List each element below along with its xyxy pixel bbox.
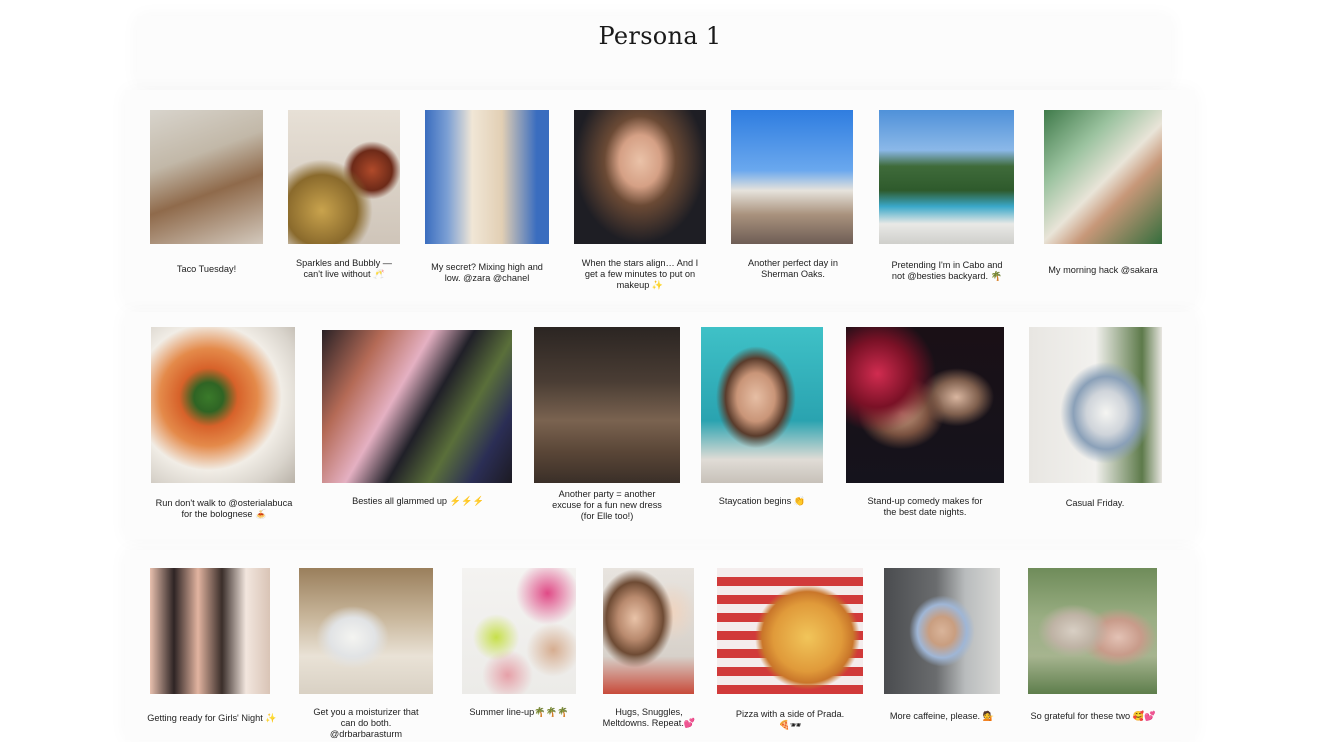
post-caption: Pizza with a side of Prada. 🍕🕶 xyxy=(735,709,845,730)
date-night-photo[interactable] xyxy=(846,327,1004,483)
post-caption: Besties all glammed up ⚡⚡⚡ xyxy=(352,496,484,506)
post-caption: Pretending I'm in Cabo and not @besties … xyxy=(891,260,1003,281)
post-caption: Taco Tuesday! xyxy=(176,264,237,274)
street-outfit-photo[interactable] xyxy=(884,568,1000,694)
makeup-portrait-photo[interactable] xyxy=(574,110,706,244)
woman-drinking-at-bar-photo[interactable] xyxy=(150,110,263,244)
post-caption: Stand-up comedy makes for the best date … xyxy=(867,496,983,517)
summer-shoes-photo[interactable] xyxy=(462,568,576,694)
post-caption: When the stars align… And I get a few mi… xyxy=(581,258,699,290)
family-portrait-photo[interactable] xyxy=(1028,568,1157,694)
sandals-poolside-photo[interactable] xyxy=(731,110,853,244)
friends-glammed-up-photo[interactable] xyxy=(322,330,512,483)
pizza-table-photo[interactable] xyxy=(717,568,863,694)
post-caption: So grateful for these two 🥰💕 xyxy=(1030,711,1156,721)
page-title: Persona 1 xyxy=(598,22,722,50)
girls-mirror-selfie-photo[interactable] xyxy=(150,568,270,694)
post-caption: Sparkles and Bubbly — can't live without… xyxy=(295,258,392,279)
post-caption: Get you a moisturizer that can do both. … xyxy=(313,707,419,739)
post-caption: Summer line-up🌴🌴🌴 xyxy=(469,707,569,717)
pasta-bowl-photo[interactable] xyxy=(151,327,295,483)
post-caption: Run don't walk to @osterialabuca for the… xyxy=(155,498,293,519)
champagne-and-clutch-photo[interactable] xyxy=(288,110,400,244)
supplement-hand-photo[interactable] xyxy=(1044,110,1162,244)
mom-and-child-photo[interactable] xyxy=(603,568,694,694)
casual-friday-photo[interactable] xyxy=(1029,327,1162,483)
post-caption: Getting ready for Girls' Night ✨ xyxy=(147,713,277,723)
post-caption: Another perfect day in Sherman Oaks. xyxy=(748,258,838,279)
post-caption: My secret? Mixing high and low. @zara @c… xyxy=(431,262,543,283)
backyard-pool-photo[interactable] xyxy=(879,110,1014,244)
party-dancing-photo[interactable] xyxy=(534,327,680,483)
moisturizer-jar-photo[interactable] xyxy=(299,568,433,694)
post-caption: My morning hack @sakara xyxy=(1048,265,1158,275)
open-back-blouse-photo[interactable] xyxy=(425,110,549,244)
pool-sunglasses-photo[interactable] xyxy=(701,327,823,483)
post-caption: Casual Friday. xyxy=(1065,498,1125,508)
post-caption: More caffeine, please. 💁 xyxy=(889,711,995,721)
post-caption: Hugs, Snuggles, Meltdowns. Repeat.💕 xyxy=(602,707,696,728)
post-caption: Staycation begins 👏 xyxy=(718,496,806,506)
post-caption: Another party = another excuse for a fun… xyxy=(552,489,662,521)
